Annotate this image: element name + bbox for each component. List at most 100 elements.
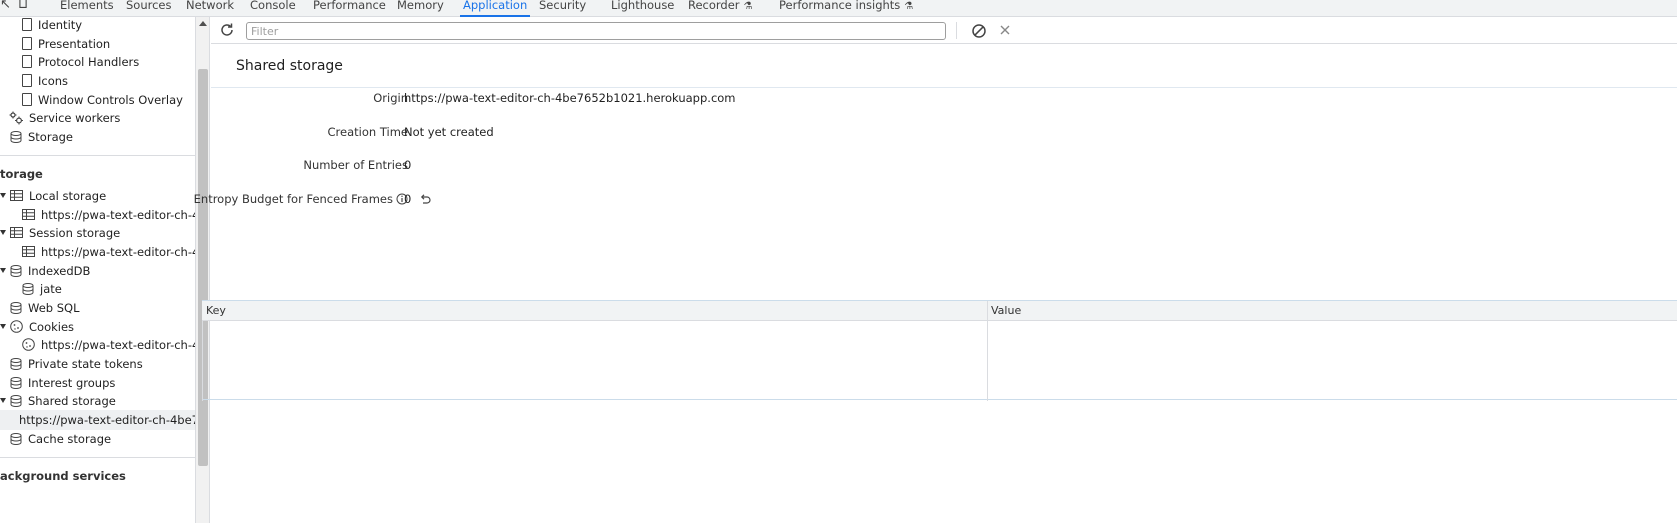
document-icon: [22, 74, 32, 87]
sidebar-item-session-storage[interactable]: Session storage: [0, 223, 120, 243]
scroll-up-arrow-icon[interactable]: [199, 21, 207, 26]
document-icon: [22, 93, 32, 106]
database-icon: [10, 357, 22, 370]
expand-arrow-icon[interactable]: [0, 230, 6, 235]
expand-arrow-icon[interactable]: [0, 268, 6, 273]
sidebar-item-cache-storage[interactable]: Cache storage: [10, 429, 111, 449]
sidebar-item-identity[interactable]: Identity: [22, 17, 82, 35]
tab-application[interactable]: Application: [460, 0, 531, 17]
table-icon: [10, 190, 23, 201]
sidebar-item-icons[interactable]: Icons: [22, 71, 68, 91]
tab-recorder[interactable]: Recorder ⚗: [688, 0, 753, 17]
entropy-budget-value: 0: [404, 192, 412, 206]
tab-security[interactable]: Security: [539, 0, 586, 17]
sidebar-item-label: https://pwa-text-editor-ch-4l: [41, 338, 196, 352]
tab-performance-insights[interactable]: Performance insights ⚗: [779, 0, 913, 17]
sidebar-item-label: IndexedDB: [28, 264, 91, 278]
document-icon: [22, 18, 32, 31]
number-of-entries-row: Number of Entries 0: [211, 155, 1677, 175]
tab-network[interactable]: Network: [186, 0, 234, 17]
reset-budget-icon[interactable]: [419, 193, 431, 205]
sidebar-item-label: Window Controls Overlay: [38, 93, 183, 107]
experiment-flask-icon: ⚗: [904, 1, 914, 12]
number-of-entries-label: Number of Entries: [303, 158, 408, 172]
tab-elements[interactable]: Elements: [60, 0, 114, 17]
cookie-icon: [22, 338, 35, 351]
sidebar-divider: [0, 457, 195, 458]
column-header-value[interactable]: Value: [987, 301, 1021, 321]
creation-time-row: Creation Time Not yet created: [211, 122, 1677, 142]
shared-storage-toolbar: [211, 17, 1677, 44]
sidebar-item-shared-storage-origin[interactable]: https://pwa-text-editor-ch-4be76: [0, 410, 195, 430]
expand-arrow-icon[interactable]: [0, 398, 6, 403]
tab-memory[interactable]: Memory: [397, 0, 444, 17]
entropy-budget-label: Entropy Budget for Fenced Frames: [193, 192, 393, 206]
tab-sources[interactable]: Sources: [126, 0, 172, 17]
sidebar-item-interest-groups[interactable]: Interest groups: [10, 373, 115, 393]
entries-table: Key Value: [202, 300, 1677, 401]
sidebar-item-private-state-tokens[interactable]: Private state tokens: [10, 354, 143, 374]
sidebar-divider: [0, 155, 195, 156]
delete-selected-icon[interactable]: [998, 23, 1012, 37]
database-icon: [10, 264, 22, 277]
shared-storage-panel: Shared storage Origin https://pwa-text-e…: [194, 17, 1677, 523]
sidebar-item-protocol-handlers[interactable]: Protocol Handlers: [22, 52, 139, 72]
database-icon: [10, 130, 22, 143]
sidebar-item-label: Service workers: [29, 111, 121, 125]
expand-arrow-icon[interactable]: [0, 193, 6, 198]
sidebar-item-cookies-origin[interactable]: https://pwa-text-editor-ch-4l: [22, 335, 196, 355]
sidebar-item-label: Cookies: [29, 320, 75, 334]
sidebar-item-label: Storage: [28, 130, 73, 144]
database-icon: [10, 301, 22, 314]
entropy-budget-label-wrap: Entropy Budget for Fenced Frames: [168, 189, 408, 209]
sidebar-item-indexeddb[interactable]: IndexedDB: [0, 261, 90, 281]
database-icon: [10, 376, 22, 389]
sidebar-item-label: Cache storage: [28, 432, 112, 446]
background-services-section-heading: ackground services: [0, 469, 126, 483]
sidebar-item-label: Private state tokens: [28, 357, 143, 371]
creation-time-label: Creation Time: [327, 125, 408, 139]
gears-icon: [9, 111, 23, 124]
sidebar-item-cookies[interactable]: Cookies: [0, 317, 74, 337]
experiment-flask-icon: ⚗: [743, 1, 753, 12]
table-icon: [22, 246, 35, 257]
sidebar-item-service-workers[interactable]: Service workers: [9, 108, 120, 128]
tab-lighthouse[interactable]: Lighthouse: [611, 0, 674, 17]
sidebar-item-web-sql[interactable]: Web SQL: [10, 298, 80, 318]
devtools-tab-bar: ↖ ⊔ Elements Sources Network Console Per…: [0, 0, 1677, 17]
table-icon: [10, 227, 23, 238]
tab-performance[interactable]: Performance: [313, 0, 386, 17]
sidebar-item-label: jate: [40, 282, 62, 296]
application-sidebar: Identity Presentation Protocol Handlers …: [0, 17, 196, 523]
tab-console[interactable]: Console: [250, 0, 296, 17]
cookie-icon: [10, 320, 23, 333]
column-header-key[interactable]: Key: [202, 301, 226, 321]
sidebar-item-label: Local storage: [29, 189, 107, 203]
column-divider[interactable]: [987, 301, 988, 401]
sidebar-item-label: Protocol Handlers: [38, 55, 140, 69]
sidebar-item-indexeddb-jate[interactable]: jate: [22, 279, 62, 299]
sidebar-item-session-storage-origin[interactable]: https://pwa-text-editor-ch-4l: [22, 242, 195, 262]
sidebar-item-window-controls-overlay[interactable]: Window Controls Overlay: [22, 90, 183, 110]
toolbar-divider: [956, 22, 957, 39]
database-icon: [10, 394, 22, 407]
device-toolbar-icon[interactable]: ⊔: [18, 0, 28, 12]
sidebar-item-storage[interactable]: Storage: [10, 127, 73, 147]
clear-all-icon[interactable]: [971, 23, 987, 39]
entropy-budget-row: Entropy Budget for Fenced Frames 0: [194, 189, 1677, 209]
refresh-icon[interactable]: [219, 22, 235, 38]
sidebar-item-label: Icons: [38, 74, 69, 88]
database-icon: [10, 432, 22, 445]
number-of-entries-value: 0: [404, 158, 412, 172]
sidebar-item-shared-storage[interactable]: Shared storage: [0, 391, 116, 411]
expand-arrow-icon[interactable]: [0, 324, 6, 329]
sidebar-item-presentation[interactable]: Presentation: [22, 34, 110, 54]
filter-input[interactable]: [246, 22, 946, 40]
entropy-budget-value-wrap: 0: [404, 189, 431, 209]
origin-label: Origin: [373, 91, 408, 105]
inspect-element-icon[interactable]: ↖: [0, 0, 11, 12]
tab-application-label: Application: [463, 0, 528, 12]
sidebar-item-label: Interest groups: [28, 376, 116, 390]
sidebar-item-local-storage[interactable]: Local storage: [0, 186, 106, 206]
sidebar-item-label: Identity: [38, 18, 83, 32]
